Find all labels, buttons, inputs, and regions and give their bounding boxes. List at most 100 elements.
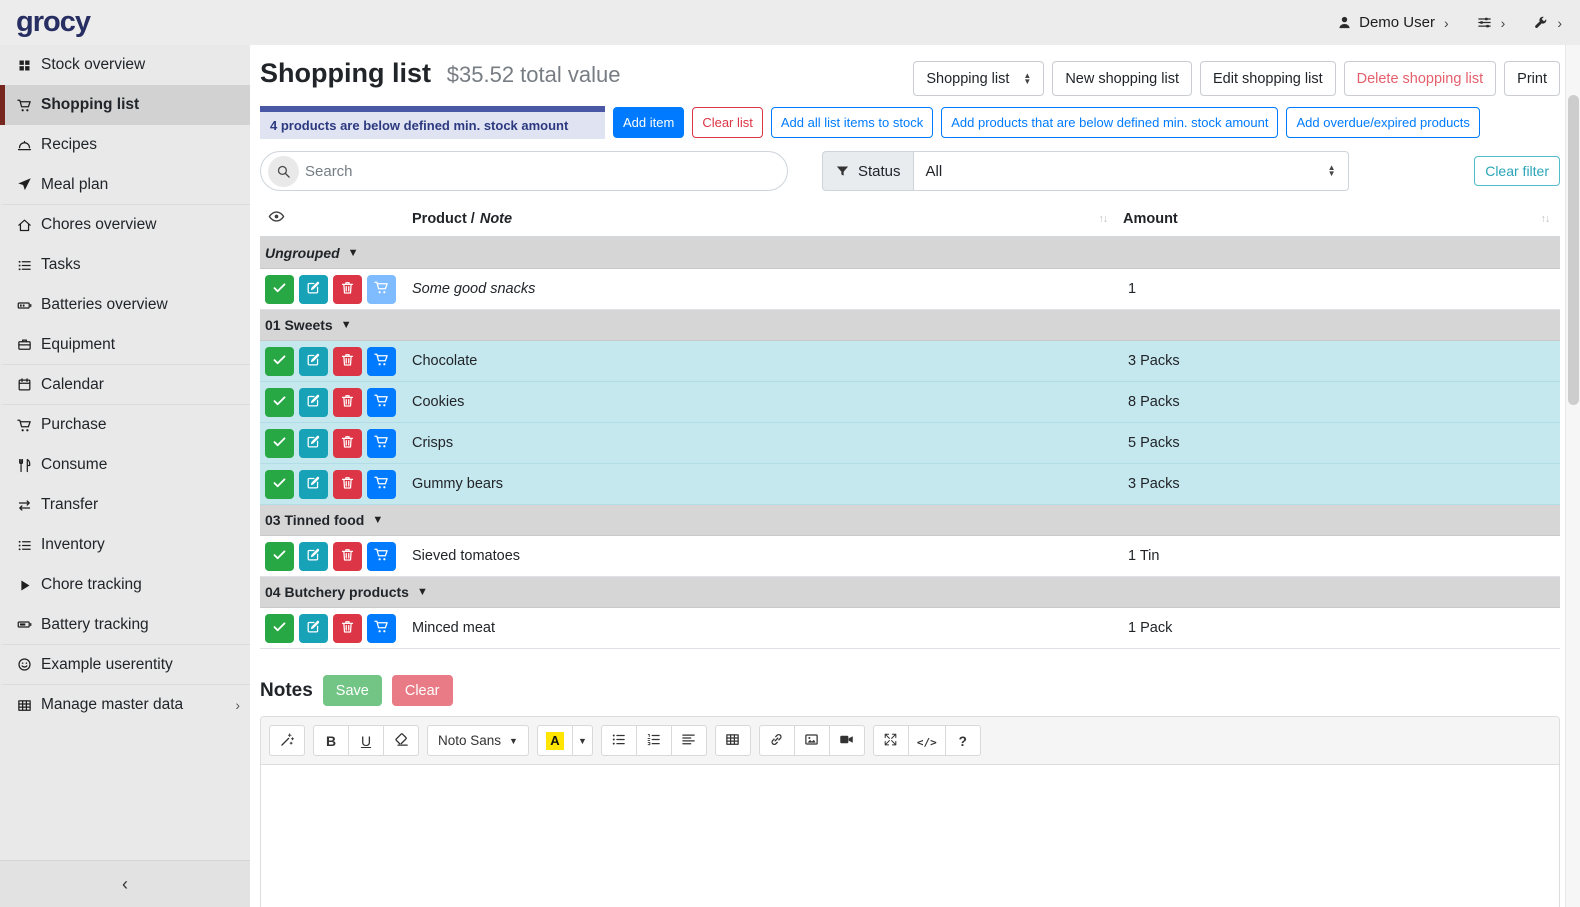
help-button[interactable]: ? bbox=[945, 725, 981, 756]
main-content: Shopping list $35.52 total value Shoppin… bbox=[250, 45, 1565, 907]
scrollbar[interactable] bbox=[1565, 45, 1580, 907]
text-color-button[interactable]: A bbox=[537, 725, 573, 756]
sidebar-item-shopping-list[interactable]: Shopping list bbox=[0, 85, 250, 125]
magic-button[interactable] bbox=[269, 725, 305, 756]
edit-item-button[interactable] bbox=[299, 388, 328, 417]
delete-item-button[interactable] bbox=[333, 388, 362, 417]
sidebar-item-chore-tracking[interactable]: Chore tracking bbox=[0, 565, 250, 605]
delete-shopping-list-button[interactable]: Delete shopping list bbox=[1344, 61, 1497, 96]
status-filter-select[interactable]: All ▲▼ bbox=[913, 151, 1349, 191]
delete-item-button[interactable] bbox=[333, 429, 362, 458]
shopping-list-row: Crisps5 Packs bbox=[260, 423, 1560, 464]
sidebar-item-calendar[interactable]: Calendar bbox=[0, 365, 250, 405]
add-to-stock-button[interactable] bbox=[367, 542, 396, 571]
video-button[interactable] bbox=[829, 725, 865, 756]
table-button[interactable] bbox=[715, 725, 751, 756]
ordered-list-button[interactable] bbox=[636, 725, 672, 756]
font-family-select[interactable]: Noto Sans▼ bbox=[427, 725, 529, 756]
print-button[interactable]: Print bbox=[1504, 61, 1560, 96]
admin-menu[interactable]: › bbox=[1533, 15, 1562, 31]
shopping-list-select[interactable]: Shopping list ▲▼ bbox=[913, 61, 1044, 96]
shopping-list-row: Chocolate3 Packs bbox=[260, 341, 1560, 382]
delete-item-button[interactable] bbox=[333, 347, 362, 376]
trash-icon bbox=[340, 280, 355, 299]
sidebar-item-recipes[interactable]: Recipes bbox=[0, 125, 250, 165]
edit-item-button[interactable] bbox=[299, 347, 328, 376]
sort-icon[interactable]: ↑↓ bbox=[1541, 213, 1550, 225]
sidebar-item-battery-tracking[interactable]: Battery tracking bbox=[0, 605, 250, 645]
sidebar-item-consume[interactable]: Consume bbox=[0, 445, 250, 485]
delete-item-button[interactable] bbox=[333, 275, 362, 304]
edit-shopping-list-button[interactable]: Edit shopping list bbox=[1200, 61, 1336, 96]
clear-filter-button[interactable]: Clear filter bbox=[1474, 156, 1560, 186]
add-to-stock-button[interactable] bbox=[367, 275, 396, 304]
clear-list-button[interactable]: Clear list bbox=[692, 107, 763, 138]
delete-item-button[interactable] bbox=[333, 614, 362, 643]
add-all-list-items-to-stock-button[interactable]: Add all list items to stock bbox=[771, 107, 933, 138]
sidebar-item-transfer[interactable]: Transfer bbox=[0, 485, 250, 525]
fullscreen-button[interactable] bbox=[873, 725, 909, 756]
new-shopping-list-button[interactable]: New shopping list bbox=[1052, 61, 1192, 96]
sidebar-item-batteries-overview[interactable]: Batteries overview bbox=[0, 285, 250, 325]
mark-done-button[interactable] bbox=[265, 275, 294, 304]
sidebar-item-meal-plan[interactable]: Meal plan bbox=[0, 165, 250, 205]
product-name: Gummy bears bbox=[412, 476, 1123, 492]
group-header-row[interactable]: 04 Butchery products▼ bbox=[260, 577, 1560, 608]
sidebar-collapse-button[interactable]: ‹ bbox=[0, 860, 250, 907]
text-color-caret-button[interactable]: ▼ bbox=[572, 725, 593, 756]
min-stock-alert[interactable]: 4 products are below defined min. stock … bbox=[260, 106, 605, 139]
edit-item-button[interactable] bbox=[299, 614, 328, 643]
sort-icon[interactable]: ↑↓ bbox=[1099, 213, 1108, 225]
edit-icon bbox=[306, 393, 321, 412]
add-to-stock-button[interactable] bbox=[367, 614, 396, 643]
delete-item-button[interactable] bbox=[333, 470, 362, 499]
codeview-button[interactable]: </> bbox=[908, 725, 946, 756]
user-menu[interactable]: Demo User › bbox=[1337, 14, 1449, 31]
paragraph-button[interactable] bbox=[671, 725, 707, 756]
edit-item-button[interactable] bbox=[299, 275, 328, 304]
mark-done-button[interactable] bbox=[265, 614, 294, 643]
add-item-button[interactable]: Add item bbox=[613, 107, 684, 138]
add-overdue-expired-products-button[interactable]: Add overdue/expired products bbox=[1286, 107, 1479, 138]
add-products-that-are-below-defined-min-stock-amount-button[interactable]: Add products that are below defined min.… bbox=[941, 107, 1278, 138]
toggle-done-items-button[interactable] bbox=[268, 208, 285, 230]
scrollbar-thumb[interactable] bbox=[1568, 95, 1579, 405]
search-input[interactable] bbox=[305, 163, 787, 180]
mark-done-button[interactable] bbox=[265, 542, 294, 571]
editor-content[interactable] bbox=[261, 765, 1559, 907]
group-header-row[interactable]: Ungrouped▼ bbox=[260, 238, 1560, 269]
sidebar-item-purchase[interactable]: Purchase bbox=[0, 405, 250, 445]
picture-button[interactable] bbox=[794, 725, 830, 756]
settings-menu[interactable]: › bbox=[1477, 15, 1506, 31]
help-icon: ? bbox=[959, 733, 967, 749]
sidebar-item-manage-master-data[interactable]: Manage master data› bbox=[0, 685, 250, 725]
link-button[interactable] bbox=[759, 725, 795, 756]
save-notes-button[interactable]: Save bbox=[323, 675, 382, 706]
add-to-stock-button[interactable] bbox=[367, 470, 396, 499]
mark-done-button[interactable] bbox=[265, 429, 294, 458]
edit-item-button[interactable] bbox=[299, 429, 328, 458]
group-header-row[interactable]: 01 Sweets▼ bbox=[260, 310, 1560, 341]
unordered-list-button[interactable] bbox=[601, 725, 637, 756]
group-header-row[interactable]: 03 Tinned food▼ bbox=[260, 505, 1560, 536]
sidebar-item-tasks[interactable]: Tasks bbox=[0, 245, 250, 285]
sidebar-item-stock-overview[interactable]: Stock overview bbox=[0, 45, 250, 85]
clear-notes-button[interactable]: Clear bbox=[392, 675, 453, 706]
sidebar-item-example-userentity[interactable]: Example userentity bbox=[0, 645, 250, 685]
mark-done-button[interactable] bbox=[265, 388, 294, 417]
delete-item-button[interactable] bbox=[333, 542, 362, 571]
bold-button[interactable]: B bbox=[313, 725, 349, 756]
app-logo[interactable]: grocy bbox=[16, 6, 90, 39]
mark-done-button[interactable] bbox=[265, 347, 294, 376]
add-to-stock-button[interactable] bbox=[367, 388, 396, 417]
sidebar-item-chores-overview[interactable]: Chores overview bbox=[0, 205, 250, 245]
add-to-stock-button[interactable] bbox=[367, 429, 396, 458]
sidebar-item-equipment[interactable]: Equipment bbox=[0, 325, 250, 365]
edit-item-button[interactable] bbox=[299, 542, 328, 571]
sidebar-item-inventory[interactable]: Inventory bbox=[0, 525, 250, 565]
underline-button[interactable]: U bbox=[348, 725, 384, 756]
add-to-stock-button[interactable] bbox=[367, 347, 396, 376]
mark-done-button[interactable] bbox=[265, 470, 294, 499]
edit-item-button[interactable] bbox=[299, 470, 328, 499]
eraser-button[interactable] bbox=[383, 725, 419, 756]
